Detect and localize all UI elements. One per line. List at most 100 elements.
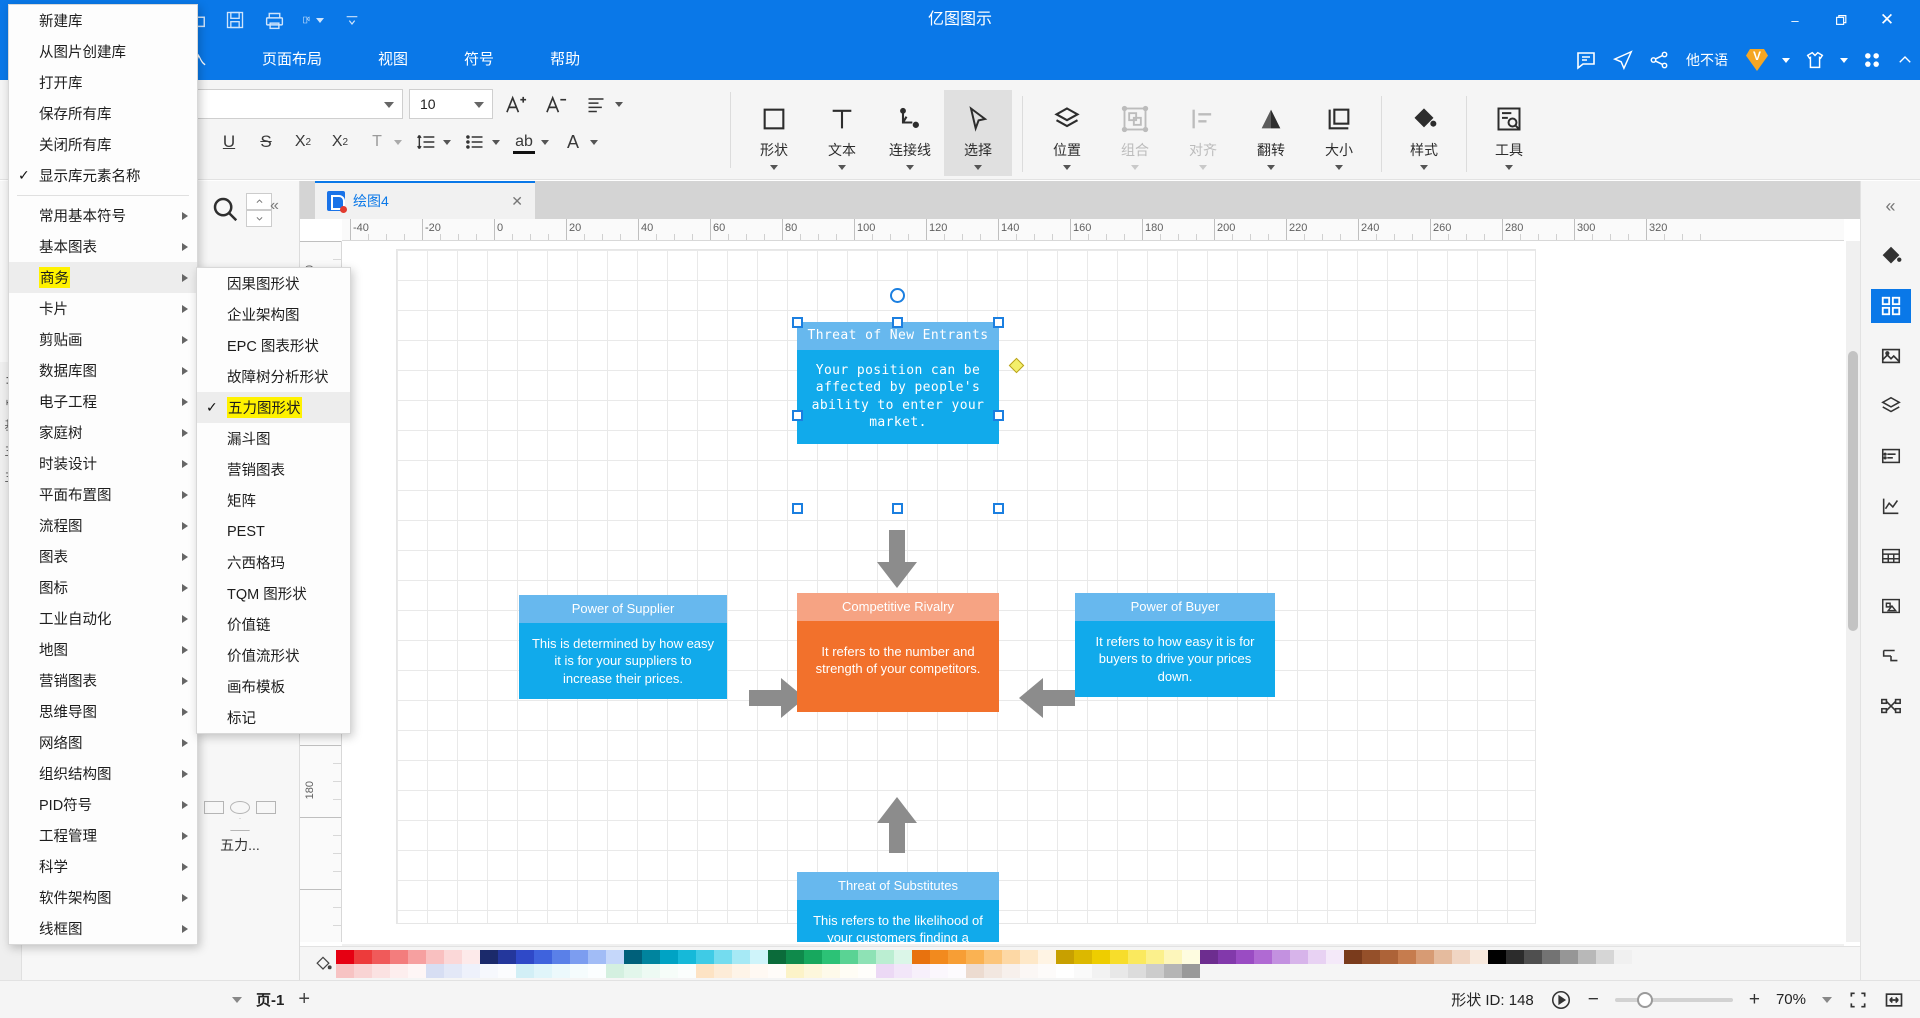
selection-handle-nw[interactable] [792,317,803,328]
color-swatch[interactable] [822,963,840,978]
submenu-item-14[interactable]: 标记 [197,702,350,733]
shape-preview-3[interactable] [256,801,276,814]
submenu-item-11[interactable]: 价值链 [197,609,350,640]
double-chevron-left-icon[interactable]: « [270,197,279,215]
zoom-in-button[interactable]: + [1749,989,1760,1011]
color-swatch[interactable] [678,963,696,978]
superscript-icon[interactable]: X2 [286,126,320,158]
color-swatch[interactable] [1542,964,1560,978]
menu-item-16[interactable]: 平面布置图 [9,479,197,510]
rotation-handle[interactable] [890,288,905,303]
color-swatch[interactable] [1326,964,1344,978]
select-tool-button[interactable]: 选择 [944,90,1012,176]
tools-button[interactable]: 工具 [1475,90,1543,176]
color-swatch[interactable] [1560,949,1578,964]
submenu-item-7[interactable]: 矩阵 [197,485,350,516]
color-swatch[interactable] [1380,964,1398,978]
color-swatch[interactable] [1524,949,1542,964]
font-color-chevron-down-icon[interactable] [590,139,598,145]
color-swatch[interactable] [552,963,570,978]
selection-handle-w[interactable] [792,410,803,421]
color-swatch[interactable] [948,963,966,978]
shape-power-of-supplier[interactable]: Power of Supplier This is determined by … [519,595,727,700]
menu-item-17[interactable]: 流程图 [9,510,197,541]
close-button[interactable]: ✕ [1864,0,1910,40]
color-swatch[interactable] [408,949,426,964]
subscript-icon[interactable]: X2 [323,126,357,158]
comment-icon[interactable] [1574,48,1598,72]
print-icon[interactable] [263,9,285,31]
menu-item-28[interactable]: 科学 [9,851,197,882]
color-swatch[interactable] [498,963,516,978]
symbol-library-menu[interactable]: 新建库 从图片创建库 打开库 保存所有库 关闭所有库 ✓ 显示库元素名称 常用基本符号 基本图表… [8,4,198,945]
menu-item-9[interactable]: 商务 [9,262,197,293]
tab-page-layout[interactable]: 页面布局 [234,40,350,80]
color-swatch[interactable] [570,949,588,964]
color-swatch[interactable] [1470,964,1488,978]
color-swatch[interactable] [390,949,408,964]
color-swatch[interactable] [1344,949,1362,964]
table-panel-icon[interactable] [1871,539,1911,573]
tab-view[interactable]: 视图 [350,40,436,80]
zoom-slider[interactable] [1614,991,1733,1008]
submenu-item-2[interactable]: EPC 图表形状 [197,330,350,361]
submenu-item-3[interactable]: 故障树分析形状 [197,361,350,392]
color-swatch[interactable] [1182,949,1200,964]
color-swatch[interactable] [1200,949,1218,964]
color-swatch[interactable] [1506,949,1524,964]
connector-panel-icon[interactable] [1871,689,1911,723]
fill-style-icon[interactable] [1871,239,1911,273]
menu-item-19[interactable]: 图标 [9,572,197,603]
color-swatch[interactable] [930,963,948,978]
color-swatch[interactable] [1272,949,1290,964]
menu-item-13[interactable]: 电子工程 [9,386,197,417]
notes-panel-icon[interactable] [1871,439,1911,473]
shape-preview-2[interactable] [230,801,250,814]
color-swatch[interactable] [858,963,876,978]
color-swatch[interactable] [1128,963,1146,978]
color-swatch[interactable] [1398,964,1416,978]
maximize-button[interactable] [1818,0,1864,40]
color-swatch[interactable] [1020,963,1038,978]
color-swatch[interactable] [606,963,624,978]
color-swatch[interactable] [1416,964,1434,978]
submenu-item-6[interactable]: 营销图表 [197,454,350,485]
color-swatch[interactable] [876,963,894,978]
align-icon[interactable] [579,88,613,120]
color-swatch[interactable] [1452,949,1470,964]
color-swatch[interactable] [1452,964,1470,978]
color-swatch[interactable] [372,963,390,978]
menu-item-1[interactable]: 从图片创建库 [9,36,197,67]
zoom-slider-knob[interactable] [1636,991,1653,1008]
color-swatch[interactable] [462,963,480,978]
color-swatch[interactable] [1038,949,1056,964]
color-swatch[interactable] [1308,949,1326,964]
color-swatch[interactable] [1290,949,1308,964]
color-swatch[interactable] [732,963,750,978]
color-swatch[interactable] [840,963,858,978]
color-swatch[interactable] [336,963,354,978]
color-swatch[interactable] [804,963,822,978]
color-swatch[interactable] [1362,964,1380,978]
color-swatch[interactable] [390,963,408,978]
color-swatch[interactable] [426,963,444,978]
color-swatch[interactable] [912,949,930,964]
color-swatch[interactable] [354,949,372,964]
text-curve-icon[interactable]: T [360,126,394,158]
color-swatch[interactable] [894,963,912,978]
submenu-item-1[interactable]: 企业架构图 [197,299,350,330]
selection-handle-sw[interactable] [792,503,803,514]
color-swatch[interactable] [1002,963,1020,978]
color-swatch[interactable] [408,963,426,978]
menu-item-0[interactable]: 新建库 [9,5,197,36]
color-swatch[interactable] [1578,949,1596,964]
color-swatch[interactable] [1164,949,1182,964]
play-icon[interactable] [1550,989,1572,1011]
color-swatch[interactable] [1092,949,1110,964]
submenu-item-0[interactable]: 因果图形状 [197,268,350,299]
shape-preview-1[interactable] [204,801,224,814]
shirt-icon[interactable] [1804,49,1826,71]
highlight-icon[interactable]: ab [507,126,541,158]
color-swatch[interactable] [858,949,876,964]
color-swatch[interactable] [930,949,948,964]
